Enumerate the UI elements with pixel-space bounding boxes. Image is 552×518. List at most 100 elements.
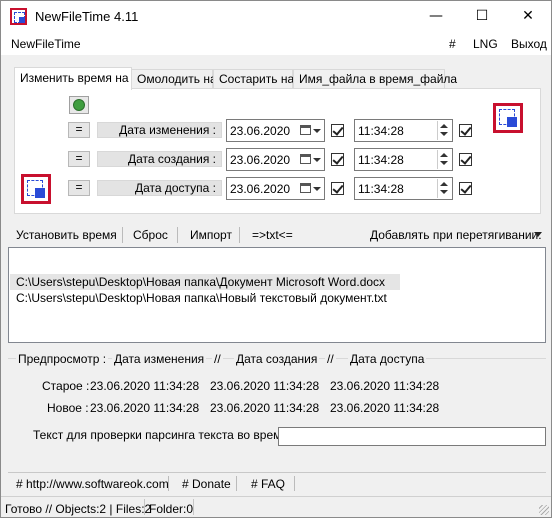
- modified-time-spinner[interactable]: [437, 121, 451, 140]
- set-created-equal-button[interactable]: =: [68, 151, 90, 167]
- chevron-down-icon: [313, 129, 321, 133]
- menu-bar: NewFileTime # LNG Выход: [1, 31, 551, 55]
- spin-up-icon: [440, 182, 448, 186]
- tab-rejuvenate[interactable]: Омолодить на: [131, 69, 217, 89]
- accessed-time-picker[interactable]: 11:34:28: [354, 177, 453, 200]
- file-list[interactable]: C:\Users\stepu\Desktop\Новая папка\Докум…: [8, 247, 546, 343]
- preview-new-label: Новое :: [47, 401, 89, 415]
- modified-date-checkbox[interactable]: [331, 124, 344, 137]
- accessed-date-picker[interactable]: 23.06.2020: [226, 177, 325, 200]
- chevron-down-icon: [313, 187, 321, 191]
- preview-new-accessed: 23.06.2020 11:34:28: [330, 401, 440, 415]
- label-modified-date: Дата изменения :: [97, 122, 222, 138]
- tab-filename-to-time[interactable]: Имя_файла в время_файла: [293, 69, 457, 89]
- preview-old-modified: 23.06.2020 11:34:28: [90, 379, 200, 393]
- status-divider: [144, 499, 145, 515]
- parse-test-label: Текст для проверки парсинга текста во вр…: [33, 428, 288, 442]
- preview-separator: //: [325, 352, 336, 366]
- status-divider: [193, 499, 194, 515]
- spin-down-icon: [440, 132, 448, 136]
- modified-time-checkbox[interactable]: [459, 124, 472, 137]
- set-modified-equal-button[interactable]: =: [68, 122, 90, 138]
- action-toolbar: Установить время Сброс Импорт =>txt<= До…: [14, 223, 546, 245]
- close-button[interactable]: ✕: [505, 1, 551, 31]
- toolbar-divider: [177, 227, 178, 243]
- faq-link[interactable]: # FAQ: [251, 477, 285, 491]
- toolbar-divider: [122, 227, 123, 243]
- import-button[interactable]: Импорт: [190, 228, 232, 242]
- calendar-icon: [300, 125, 311, 135]
- created-time-spinner[interactable]: [437, 150, 451, 169]
- maximize-button[interactable]: ☐: [459, 1, 505, 31]
- status-bar: Готово // Objects:2 | Files:2 Folder:0: [1, 496, 551, 517]
- created-time-value: 11:34:28: [358, 153, 404, 167]
- preview-new-modified: 23.06.2020 11:34:28: [90, 401, 200, 415]
- preview-new-created: 23.06.2020 11:34:28: [210, 401, 320, 415]
- website-link[interactable]: # http://www.softwareok.com: [16, 477, 169, 491]
- preview-group: [8, 358, 546, 473]
- links-divider: [236, 476, 237, 491]
- spin-down-icon: [440, 161, 448, 165]
- preview-header-label: Предпросмотр :: [16, 352, 109, 366]
- spin-down-icon: [440, 190, 448, 194]
- accessed-date-checkbox[interactable]: [331, 182, 344, 195]
- calendar-icon: [300, 154, 311, 164]
- links-bar: # http://www.softwareok.com # Donate # F…: [8, 472, 546, 492]
- accessed-time-checkbox[interactable]: [459, 182, 472, 195]
- preview-separator: //: [212, 352, 223, 366]
- accessed-time-value: 11:34:28: [358, 182, 404, 196]
- donate-link[interactable]: # Donate: [182, 477, 231, 491]
- app-window: NewFileTime 4.11 — ☐ ✕ NewFileTime # LNG…: [0, 0, 552, 518]
- preview-col-accessed: Дата доступа: [348, 352, 427, 366]
- accessed-time-spinner[interactable]: [437, 179, 451, 198]
- status-folders: Folder:0: [149, 502, 194, 516]
- refresh-icon[interactable]: [69, 96, 89, 114]
- preview-old-accessed: 23.06.2020 11:34:28: [330, 379, 440, 393]
- app-logo-icon-right: [493, 103, 523, 133]
- title-bar: NewFileTime 4.11 — ☐ ✕: [1, 1, 551, 31]
- file-list-item[interactable]: C:\Users\stepu\Desktop\Новая папка\Новый…: [10, 290, 400, 306]
- calendar-icon: [300, 183, 311, 193]
- label-accessed-date: Дата доступа :: [97, 180, 222, 196]
- modified-time-picker[interactable]: 11:34:28: [354, 119, 453, 142]
- label-created-date: Дата создания :: [97, 151, 222, 167]
- app-icon: [10, 8, 27, 25]
- app-logo-icon-left: [21, 174, 51, 204]
- set-accessed-equal-button[interactable]: =: [68, 180, 90, 196]
- modified-date-value: 23.06.2020: [230, 124, 291, 138]
- resize-grip[interactable]: [539, 505, 549, 515]
- minimize-button[interactable]: —: [413, 1, 459, 31]
- spin-up-icon: [440, 124, 448, 128]
- modified-time-value: 11:34:28: [358, 124, 404, 138]
- created-date-checkbox[interactable]: [331, 153, 344, 166]
- set-time-button[interactable]: Установить время: [16, 228, 117, 242]
- toolbar-divider: [239, 227, 240, 243]
- links-divider: [168, 476, 169, 491]
- parse-test-input[interactable]: [278, 427, 546, 446]
- file-list-item[interactable]: C:\Users\stepu\Desktop\Новая папка\Докум…: [10, 274, 400, 290]
- links-divider: [294, 476, 295, 491]
- menu-exit[interactable]: Выход: [511, 37, 547, 51]
- window-title: NewFileTime 4.11: [35, 9, 139, 24]
- drag-add-dropdown[interactable]: Добавлять при перетягивании:: [370, 228, 542, 242]
- created-date-value: 23.06.2020: [230, 153, 291, 167]
- status-summary: Готово // Objects:2 | Files:2: [5, 502, 152, 516]
- reset-button[interactable]: Сброс: [133, 228, 168, 242]
- created-time-picker[interactable]: 11:34:28: [354, 148, 453, 171]
- tab-change-time[interactable]: Изменить время на: [14, 67, 132, 90]
- txt-button[interactable]: =>txt<=: [252, 228, 293, 242]
- menu-hash[interactable]: #: [449, 37, 456, 51]
- menu-language[interactable]: LNG: [473, 37, 498, 51]
- chevron-down-icon[interactable]: [534, 232, 542, 237]
- created-time-checkbox[interactable]: [459, 153, 472, 166]
- preview-old-created: 23.06.2020 11:34:28: [210, 379, 320, 393]
- spin-up-icon: [440, 153, 448, 157]
- accessed-date-value: 23.06.2020: [230, 182, 291, 196]
- menu-app[interactable]: NewFileTime: [11, 37, 81, 51]
- created-date-picker[interactable]: 23.06.2020: [226, 148, 325, 171]
- preview-col-created: Дата создания: [234, 352, 320, 366]
- modified-date-picker[interactable]: 23.06.2020: [226, 119, 325, 142]
- chevron-down-icon: [313, 158, 321, 162]
- tab-age[interactable]: Состарить на: [213, 69, 294, 89]
- preview-old-label: Старое :: [42, 379, 90, 393]
